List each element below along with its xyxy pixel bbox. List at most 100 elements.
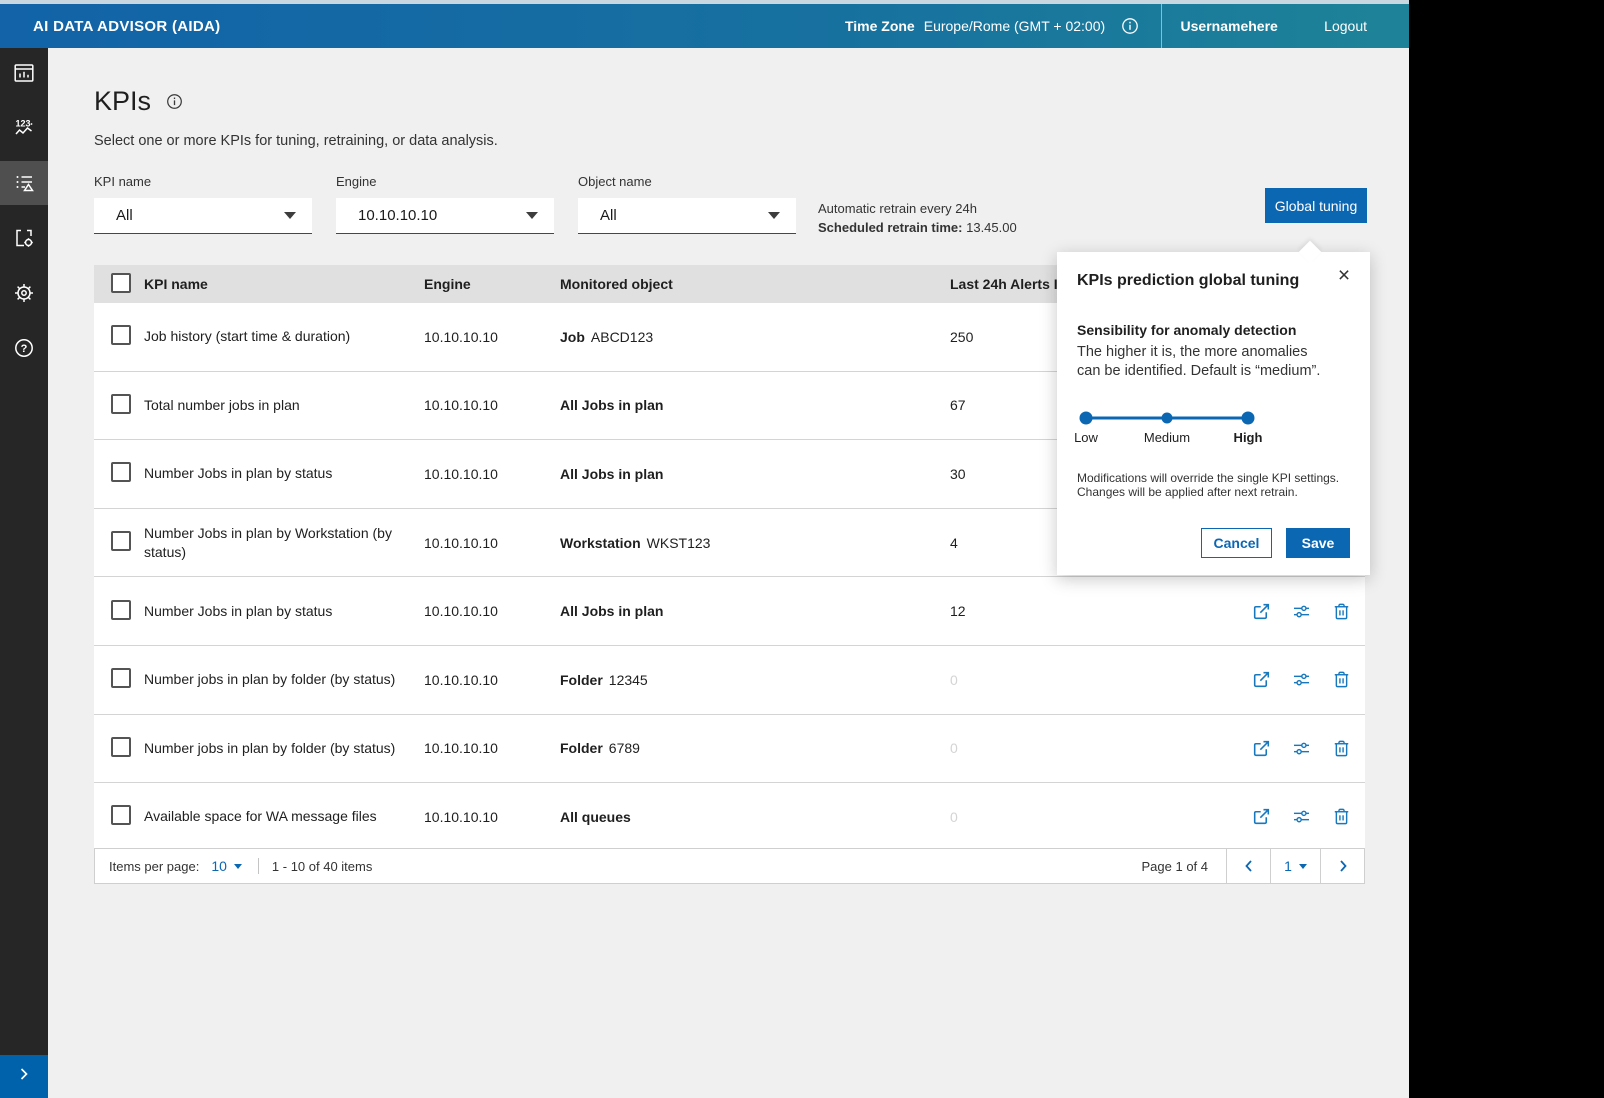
sidebar-item-object-settings[interactable]: [0, 216, 48, 260]
page-select[interactable]: 1: [1271, 849, 1320, 883]
page-indicator: Page 1 of 4: [1142, 859, 1227, 874]
global-tuning-popover: KPIs prediction global tuning × Sensibil…: [1057, 252, 1370, 575]
app-title: AI DATA ADVISOR (AIDA): [33, 18, 220, 35]
slider-label-medium[interactable]: Medium: [1144, 430, 1190, 445]
dropdown-value: All: [116, 207, 284, 224]
sidebar-item-settings[interactable]: [0, 271, 48, 315]
delete-kpi-icon[interactable]: [1332, 602, 1351, 621]
chevron-down-icon: [1299, 864, 1307, 869]
kpi-name-cell: Number Jobs in plan by Workstation (by s…: [144, 524, 424, 562]
filter-label: Object name: [578, 174, 796, 189]
engine-dropdown[interactable]: 10.10.10.10: [336, 198, 554, 234]
tune-kpi-icon[interactable]: [1292, 670, 1311, 689]
items-per-page-select[interactable]: 10: [211, 858, 242, 874]
alerts-cell: 0: [950, 809, 1240, 825]
row-checkbox[interactable]: [111, 668, 131, 688]
tune-kpi-icon[interactable]: [1292, 739, 1311, 758]
pagination-separator: [258, 858, 259, 874]
col-monitored-object: Monitored object: [560, 276, 950, 292]
delete-kpi-icon[interactable]: [1332, 670, 1351, 689]
kpi-name-cell: Number jobs in plan by folder (by status…: [144, 670, 424, 689]
delete-kpi-icon[interactable]: [1332, 739, 1351, 758]
svg-text:?: ?: [21, 343, 28, 355]
alerts-cell: 12: [950, 603, 1240, 619]
open-kpi-icon[interactable]: [1252, 602, 1271, 621]
col-kpi-name: KPI name: [144, 276, 424, 292]
tune-kpi-icon[interactable]: [1292, 602, 1311, 621]
row-checkbox[interactable]: [111, 600, 131, 620]
logout-button[interactable]: Logout: [1324, 18, 1367, 34]
timezone-info-icon[interactable]: [1121, 17, 1139, 35]
filter-object-name: Object name All: [578, 174, 796, 234]
dropdown-value: All: [600, 207, 768, 224]
select-all-checkbox[interactable]: [111, 273, 131, 293]
retrain-info: Automatic retrain every 24h Scheduled re…: [818, 199, 1017, 237]
username[interactable]: Usernamehere: [1162, 18, 1296, 34]
dashboard-icon: [12, 61, 36, 85]
popover-title: KPIs prediction global tuning: [1077, 272, 1350, 290]
table-row: Number jobs in plan by folder (by status…: [94, 646, 1365, 715]
monitored-object-cell: Folder6789: [560, 740, 950, 756]
object-name-dropdown[interactable]: All: [578, 198, 796, 234]
filter-label: KPI name: [94, 174, 312, 189]
engine-cell: 10.10.10.10: [424, 603, 560, 619]
range-text: 1 - 10 of 40 items: [272, 859, 372, 874]
row-checkbox[interactable]: [111, 394, 131, 414]
dropdown-value: 10.10.10.10: [358, 207, 526, 224]
sidebar: 123 ?: [0, 48, 48, 1055]
kpi-name-dropdown[interactable]: All: [94, 198, 312, 234]
monitored-object-cell: Folder12345: [560, 672, 950, 688]
open-kpi-icon[interactable]: [1252, 670, 1271, 689]
row-checkbox[interactable]: [111, 805, 131, 825]
delete-kpi-icon[interactable]: [1332, 807, 1351, 826]
retrain-line1: Automatic retrain every 24h: [818, 199, 1017, 218]
timezone: Time Zone Europe/Rome (GMT + 02:00): [845, 18, 1105, 34]
sidebar-item-help[interactable]: ?: [0, 326, 48, 370]
chevron-right-icon: [14, 1064, 34, 1089]
slider-label-low[interactable]: Low: [1074, 430, 1098, 445]
sensibility-title: Sensibility for anomaly detection: [1077, 322, 1350, 338]
kpi-name-cell: Number Jobs in plan by status: [144, 602, 424, 621]
gear-icon: [12, 281, 36, 305]
close-icon[interactable]: ×: [1334, 265, 1354, 285]
cancel-button[interactable]: Cancel: [1201, 528, 1272, 558]
next-page-button[interactable]: [1321, 849, 1364, 883]
sidebar-item-kpi-trends[interactable]: 123: [0, 106, 48, 150]
popover-actions: Cancel Save: [1077, 528, 1350, 558]
sensibility-slider[interactable]: [1077, 410, 1257, 426]
page-info-icon[interactable]: [166, 86, 183, 117]
row-checkbox[interactable]: [111, 462, 131, 482]
table-row: Number jobs in plan by folder (by status…: [94, 715, 1365, 784]
monitored-object-cell: All Jobs in plan: [560, 397, 950, 413]
chevron-down-icon: [284, 212, 296, 219]
sidebar-item-kpi-list[interactable]: [0, 161, 48, 205]
table-row: Number Jobs in plan by status 10.10.10.1…: [94, 577, 1365, 646]
open-kpi-icon[interactable]: [1252, 807, 1271, 826]
engine-cell: 10.10.10.10: [424, 329, 560, 345]
tune-kpi-icon[interactable]: [1292, 807, 1311, 826]
kpi-123-trend-icon: 123: [12, 116, 36, 140]
prev-page-button[interactable]: [1227, 849, 1270, 883]
global-tuning-button[interactable]: Global tuning: [1265, 188, 1367, 223]
filter-engine: Engine 10.10.10.10: [336, 174, 554, 234]
sidebar-item-dashboard[interactable]: [0, 51, 48, 95]
table-row: Available space for WA message files 10.…: [94, 783, 1365, 852]
engine-cell: 10.10.10.10: [424, 397, 560, 413]
open-kpi-icon[interactable]: [1252, 739, 1271, 758]
kpi-name-cell: Job history (start time & duration): [144, 327, 424, 346]
kpi-list-alert-icon: [12, 171, 36, 195]
slider-label-high[interactable]: High: [1234, 430, 1263, 445]
retrain-line2: Scheduled retrain time: 13.45.00: [818, 218, 1017, 237]
monitored-object-cell: All Jobs in plan: [560, 466, 950, 482]
row-checkbox[interactable]: [111, 531, 131, 551]
engine-cell: 10.10.10.10: [424, 809, 560, 825]
svg-text:123: 123: [15, 119, 30, 129]
row-actions: [1240, 807, 1365, 826]
kpi-name-cell: Number Jobs in plan by status: [144, 464, 424, 483]
sidebar-expand-button[interactable]: [0, 1055, 48, 1098]
save-button[interactable]: Save: [1286, 528, 1350, 558]
object-gear-icon: [12, 226, 36, 250]
row-checkbox[interactable]: [111, 737, 131, 757]
items-per-page-value: 10: [211, 858, 227, 874]
row-checkbox[interactable]: [111, 325, 131, 345]
